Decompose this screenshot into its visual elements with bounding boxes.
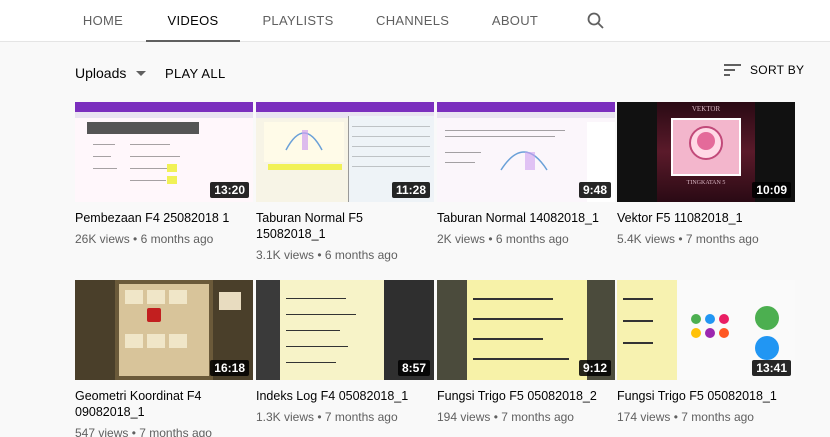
thumb-text-top: VEKTOR (691, 105, 721, 113)
video-duration: 16:18 (210, 360, 249, 376)
video-card[interactable]: 11:28 Taburan Normal F5 15082018_1 3.1K … (256, 102, 434, 262)
video-thumbnail[interactable]: 11:28 (256, 102, 434, 202)
video-title[interactable]: Fungsi Trigo F5 05082018_1 (617, 388, 795, 404)
video-thumbnail[interactable]: 13:20 (75, 102, 253, 202)
video-card[interactable]: 9:12 Fungsi Trigo F5 05082018_2 194 view… (437, 280, 615, 424)
thumb-text-bottom: TINGKATAN 5 (686, 180, 726, 186)
tab-channels[interactable]: CHANNELS (376, 0, 449, 42)
video-duration: 9:48 (578, 182, 611, 198)
video-card[interactable]: VEKTOR TINGKATAN 5 10:09 Vektor F5 11082… (617, 102, 795, 246)
view-count: 3.1K views (256, 248, 315, 262)
upload-age: 7 months ago (681, 410, 754, 424)
video-title[interactable]: Geometri Koordinat F4 09082018_1 (75, 388, 253, 420)
upload-age: 7 months ago (501, 410, 574, 424)
upload-age: 7 months ago (139, 426, 212, 437)
tab-videos[interactable]: VIDEOS (146, 0, 240, 42)
video-thumbnail[interactable]: VEKTOR TINGKATAN 5 10:09 (617, 102, 795, 202)
video-duration: 9:12 (578, 360, 611, 376)
video-title[interactable]: Pembezaan F4 25082018 1 (75, 210, 253, 226)
video-thumbnail[interactable]: 8:57 (256, 280, 434, 380)
tab-home[interactable]: HOME (78, 0, 128, 42)
upload-age: 6 months ago (140, 232, 214, 246)
video-duration: 13:41 (752, 360, 791, 376)
upload-age: 6 months ago (495, 232, 569, 246)
upload-age: 7 months ago (685, 232, 759, 246)
view-count: 5.4K views (617, 232, 676, 246)
view-count: 1.3K views (256, 410, 315, 424)
uploads-label: Uploads (75, 65, 127, 81)
view-count: 547 views (75, 426, 129, 437)
video-card[interactable]: 13:41 Fungsi Trigo F5 05082018_1 174 vie… (617, 280, 795, 424)
video-card[interactable]: 16:18 Geometri Koordinat F4 09082018_1 5… (75, 280, 253, 437)
video-duration: 13:20 (210, 182, 249, 198)
sort-by-label: SORT BY (750, 63, 805, 77)
play-all-button[interactable]: PLAY ALL (165, 66, 225, 81)
video-card[interactable]: 13:20 Pembezaan F4 25082018 1 26K views … (75, 102, 253, 246)
video-thumbnail[interactable]: 9:48 (437, 102, 615, 202)
video-title[interactable]: Taburan Normal 14082018_1 (437, 210, 615, 226)
sort-icon (724, 64, 741, 76)
video-meta: 547 views • 7 months ago (75, 426, 253, 437)
view-count: 174 views (617, 410, 671, 424)
upload-age: 7 months ago (324, 410, 398, 424)
view-count: 194 views (437, 410, 491, 424)
video-duration: 11:28 (391, 182, 430, 198)
video-thumbnail[interactable]: 9:12 (437, 280, 615, 380)
video-meta: 1.3K views • 7 months ago (256, 410, 398, 424)
video-meta: 26K views • 6 months ago (75, 232, 214, 246)
search-icon (587, 12, 604, 29)
tab-playlists[interactable]: PLAYLISTS (262, 0, 334, 42)
view-count: 2K views (437, 232, 486, 246)
sort-by-button[interactable]: SORT BY (724, 63, 804, 77)
video-meta: 194 views • 7 months ago (437, 410, 574, 424)
view-count: 26K views (75, 232, 130, 246)
video-title[interactable]: Indeks Log F4 05082018_1 (256, 388, 434, 404)
video-thumbnail[interactable]: 13:41 (617, 280, 795, 380)
video-meta: 5.4K views • 7 months ago (617, 232, 759, 246)
upload-age: 6 months ago (324, 248, 398, 262)
video-card[interactable]: 8:57 Indeks Log F4 05082018_1 1.3K views… (256, 280, 434, 424)
caret-down-icon (136, 70, 147, 76)
video-thumbnail[interactable]: 16:18 (75, 280, 253, 380)
video-title[interactable]: Taburan Normal F5 15082018_1 (256, 210, 434, 242)
video-card[interactable]: 9:48 Taburan Normal 14082018_1 2K views … (437, 102, 615, 246)
video-meta: 174 views • 7 months ago (617, 410, 754, 424)
tab-about[interactable]: ABOUT (490, 0, 540, 42)
video-meta: 2K views • 6 months ago (437, 232, 569, 246)
search-button[interactable] (584, 9, 608, 33)
video-duration: 8:57 (397, 360, 430, 376)
video-duration: 10:09 (752, 182, 791, 198)
uploads-dropdown[interactable]: Uploads (75, 64, 147, 82)
channel-tabs: HOME VIDEOS PLAYLISTS CHANNELS ABOUT (0, 0, 830, 42)
video-title[interactable]: Fungsi Trigo F5 05082018_2 (437, 388, 615, 404)
video-title[interactable]: Vektor F5 11082018_1 (617, 210, 795, 226)
video-meta: 3.1K views • 6 months ago (256, 248, 398, 262)
